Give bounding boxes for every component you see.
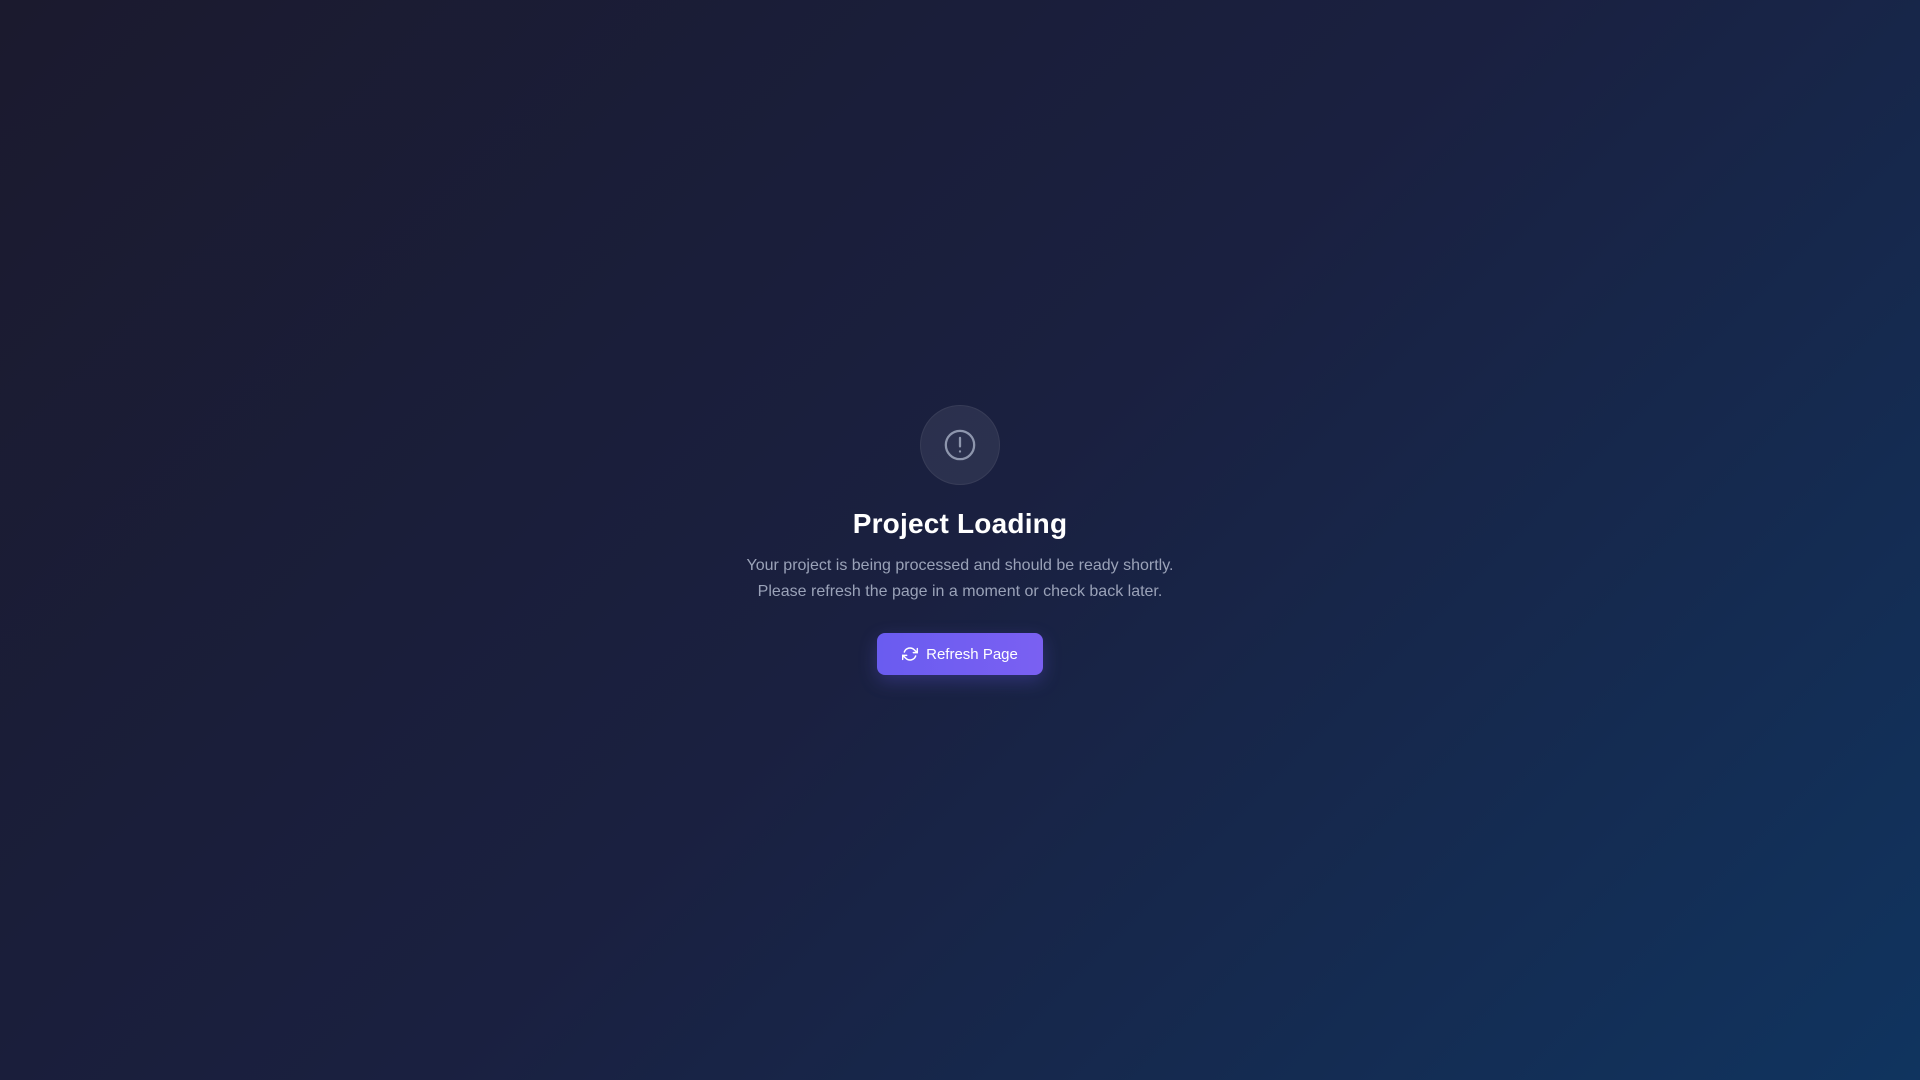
status-icon-badge: [920, 405, 1000, 485]
refresh-button-label: Refresh Page: [926, 645, 1018, 663]
loading-panel: Project Loading Your project is being pr…: [0, 0, 1920, 1080]
refresh-icon: [902, 647, 919, 661]
page-title: Project Loading: [852, 508, 1068, 539]
refresh-page-button[interactable]: Refresh Page: [877, 633, 1043, 675]
alert-circle-icon: [944, 429, 976, 461]
status-description-line-2: Please refresh the page in a moment or c…: [757, 583, 1163, 600]
status-description-line-1: Your project is being processed and shou…: [746, 557, 1174, 574]
